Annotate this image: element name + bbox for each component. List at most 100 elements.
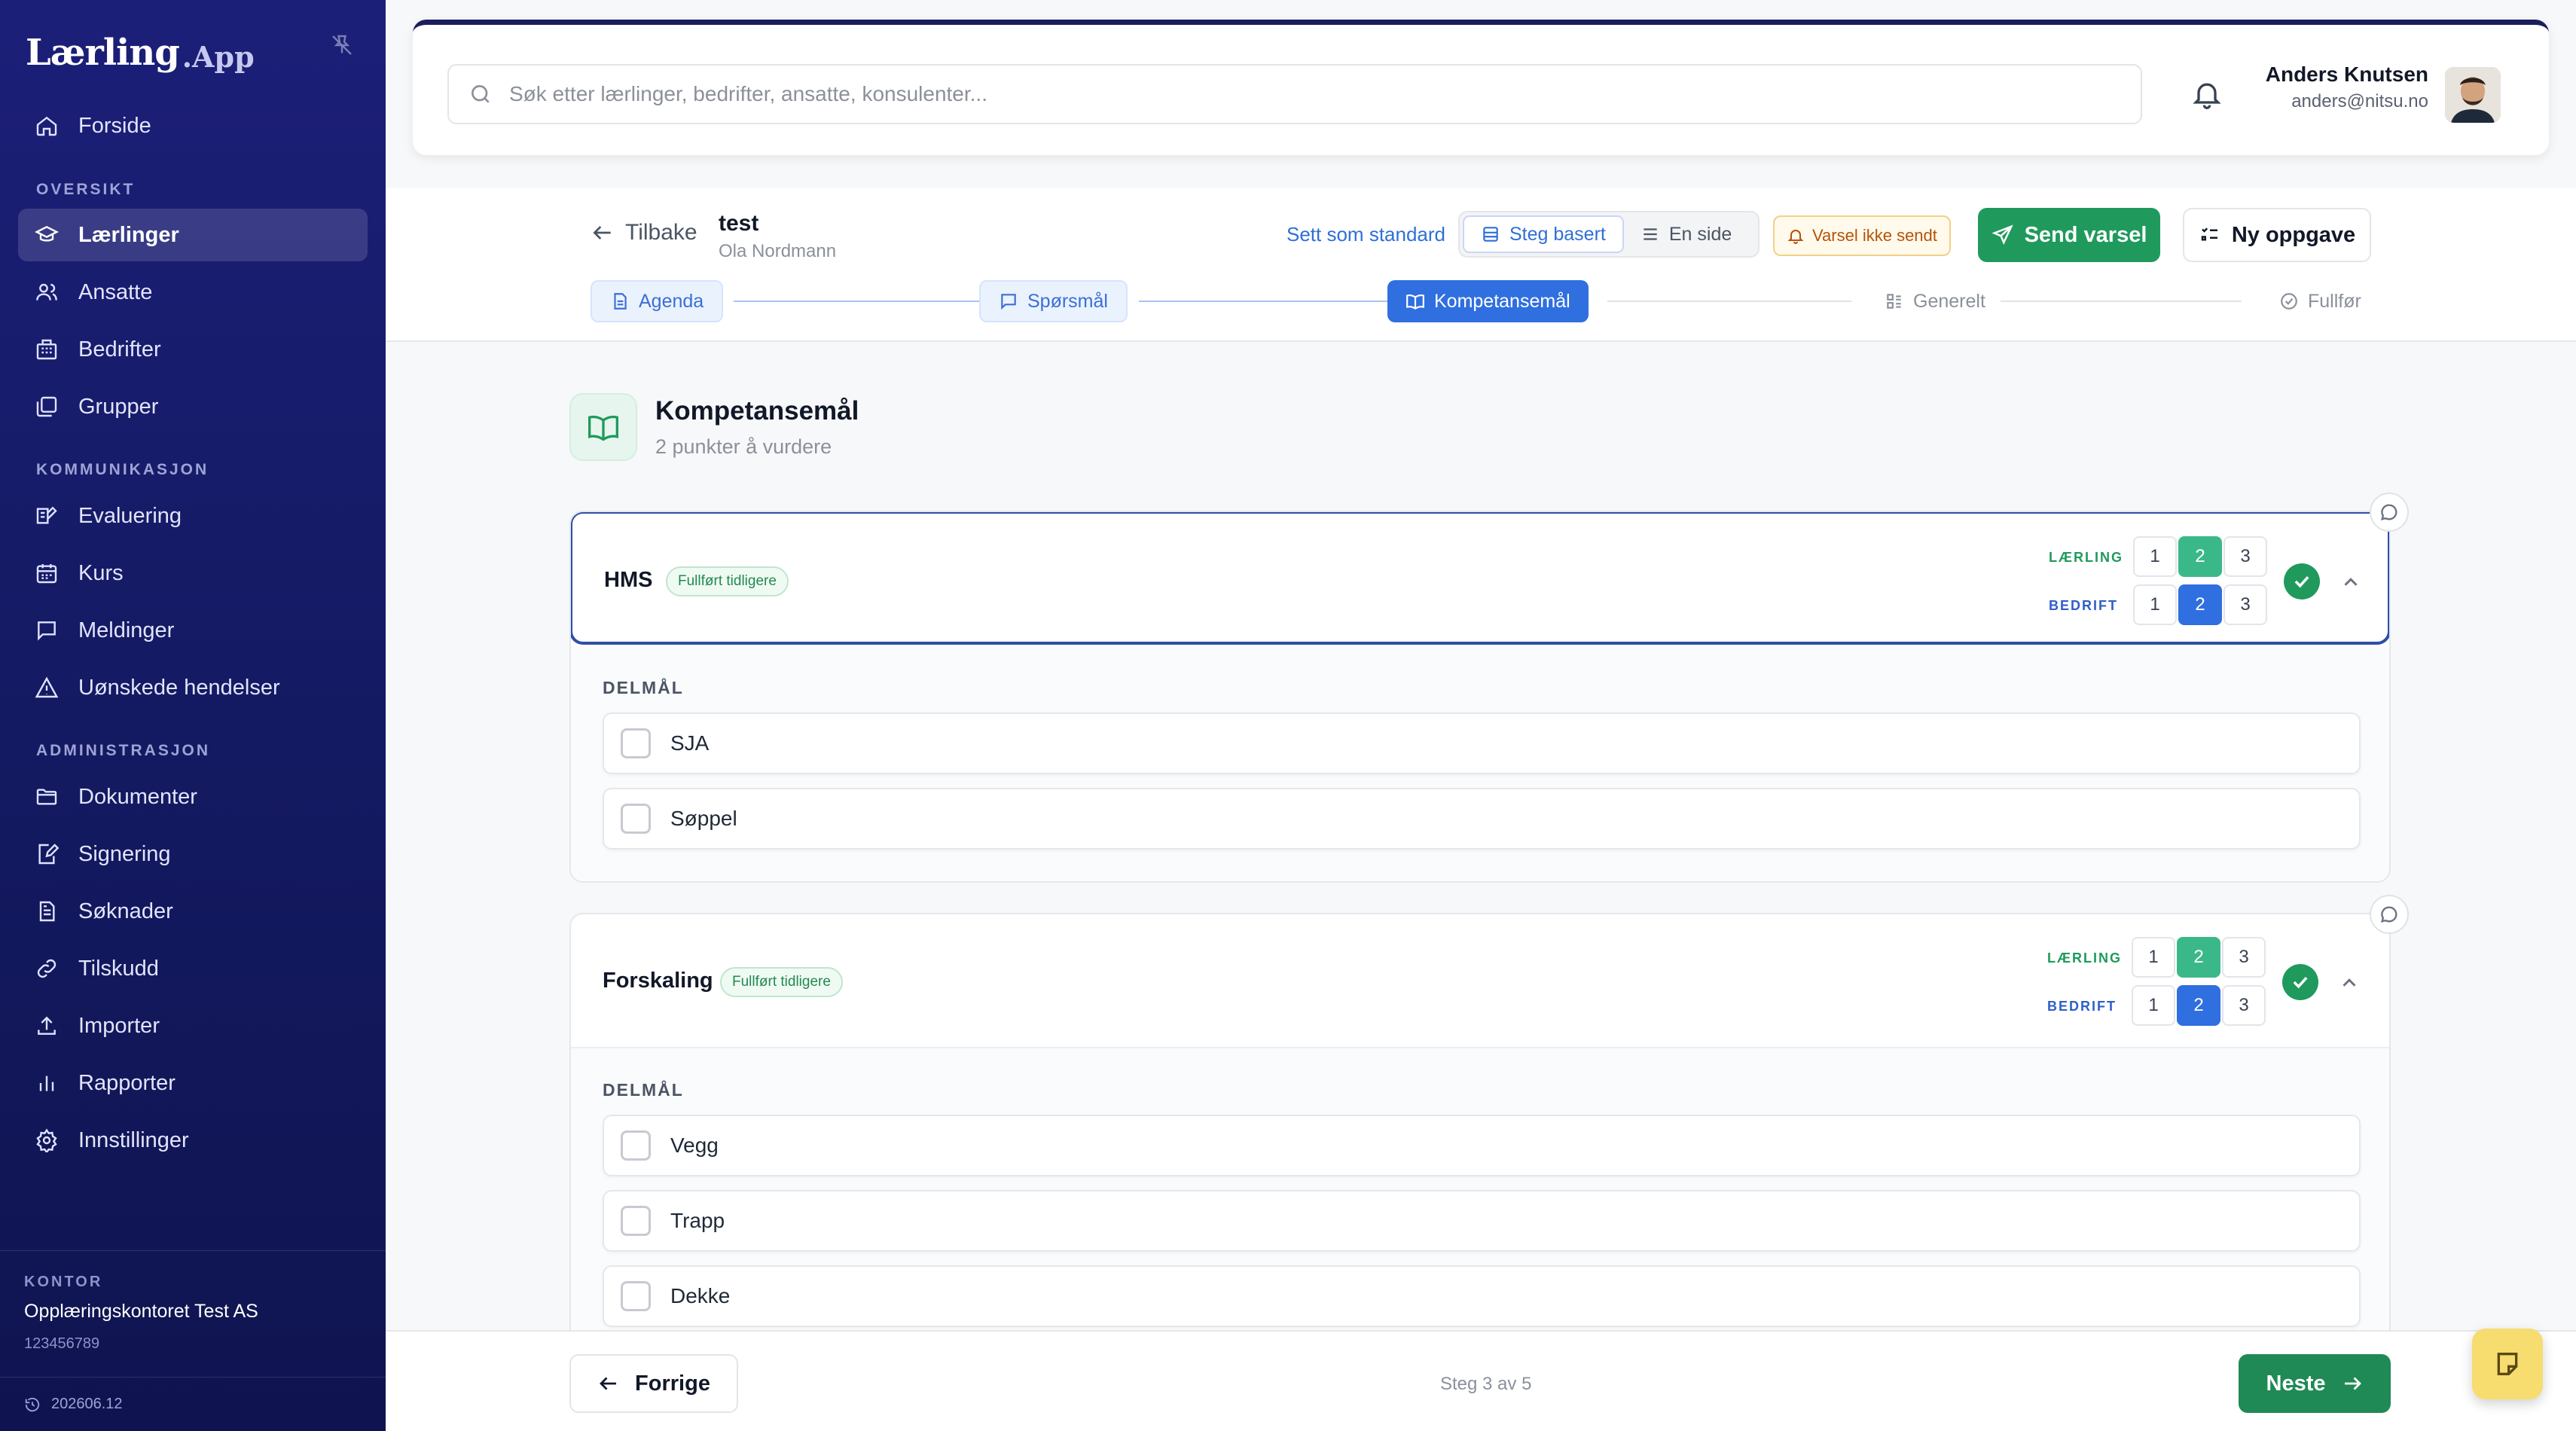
completed-badge: Fullført tidligere xyxy=(720,967,843,997)
set-default-link[interactable]: Sett som standard xyxy=(1286,223,1445,246)
subgoal-item[interactable]: Søppel xyxy=(603,788,2361,850)
comment-button[interactable] xyxy=(2370,895,2409,934)
apprentice-rating-1[interactable]: 1 xyxy=(2133,536,2177,577)
sidebar-item-forside[interactable]: Forside xyxy=(18,99,368,152)
step-sporsmal[interactable]: Spørsmål xyxy=(979,280,1128,322)
subgoal-checkbox[interactable] xyxy=(621,1206,651,1236)
sidebar-item-innstillinger[interactable]: Innstillinger xyxy=(18,1114,368,1167)
chat-icon xyxy=(1001,294,1016,310)
app-logo[interactable]: Lærling .App xyxy=(26,21,255,74)
step-label: Kompetansemål xyxy=(1434,290,1570,312)
company-rating-3[interactable]: 3 xyxy=(2223,584,2267,625)
sidebar-item-grupper[interactable]: Grupper xyxy=(18,380,368,433)
competency-header[interactable]: HMS Fullført tidligere LÆRLING BEDRIFT 1… xyxy=(571,512,2389,645)
sidebar-item-ansatte[interactable]: Ansatte xyxy=(18,266,368,319)
logo-suffix: .App xyxy=(182,40,255,74)
approved-check[interactable] xyxy=(2284,563,2320,600)
apprentice-rating-2[interactable]: 2 xyxy=(2178,536,2222,577)
arrow-right-icon xyxy=(2344,1377,2361,1390)
sidebar-item-label: Uønskede hendelser xyxy=(78,675,280,700)
section-title: Kompetansemål xyxy=(655,396,859,426)
bell-alert-icon xyxy=(1787,230,1804,244)
subgoal-item[interactable]: SJA xyxy=(603,712,2361,774)
sidebar-item-uonskede-hendelser[interactable]: Uønskede hendelser xyxy=(18,661,368,714)
sidebar-item-bedrifter[interactable]: Bedrifter xyxy=(18,323,368,376)
home-icon xyxy=(36,116,57,136)
apprentice-rating-1[interactable]: 1 xyxy=(2132,937,2175,978)
users-icon xyxy=(36,283,57,301)
subgoal-item[interactable]: Trapp xyxy=(603,1190,2361,1252)
subgoal-item[interactable]: Vegg xyxy=(603,1115,2361,1176)
step-fullfor[interactable]: Fullfør xyxy=(2261,280,2379,322)
subgoal-label: Dekke xyxy=(670,1284,731,1307)
back-button[interactable]: Tilbake xyxy=(591,220,697,246)
company-rating-2[interactable]: 2 xyxy=(2177,985,2220,1026)
sidebar-item-label: Lærlinger xyxy=(78,222,179,247)
company-rating-3[interactable]: 3 xyxy=(2222,985,2266,1026)
sidebar-item-tilskudd[interactable]: Tilskudd xyxy=(18,942,368,995)
step-counter: Steg 3 av 5 xyxy=(1440,1374,1532,1394)
completed-badge: Fullført tidligere xyxy=(666,566,789,597)
view-step-based-option[interactable]: Steg basert xyxy=(1463,215,1624,253)
sidebar-item-signering[interactable]: Signering xyxy=(18,828,368,880)
sidebar-item-label: Forside xyxy=(78,113,151,138)
company-rating-1[interactable]: 1 xyxy=(2132,985,2175,1026)
view-single-page-option[interactable]: En side xyxy=(1624,215,1748,253)
sidebar-section-title: OVERSIKT xyxy=(36,181,136,198)
subgoal-checkbox[interactable] xyxy=(621,1130,651,1161)
next-button[interactable]: Neste xyxy=(2239,1354,2391,1413)
arrow-left-icon xyxy=(600,1377,617,1390)
company-rating-2[interactable]: 2 xyxy=(2178,584,2222,625)
sidebar-item-label: Dokumenter xyxy=(78,784,197,809)
previous-button[interactable]: Forrige xyxy=(569,1354,738,1413)
apprentice-rating-3[interactable]: 3 xyxy=(2222,937,2266,978)
company-rating-1[interactable]: 1 xyxy=(2133,584,2177,625)
avatar[interactable] xyxy=(2445,67,2501,123)
send-alert-button[interactable]: Send varsel xyxy=(1978,208,2160,262)
comment-button[interactable] xyxy=(2370,493,2409,532)
step-label: Generelt xyxy=(1913,290,1985,312)
new-task-button[interactable]: Ny oppgave xyxy=(2183,208,2371,262)
step-generelt[interactable]: Generelt xyxy=(1866,280,2004,322)
chevron-up-icon[interactable] xyxy=(2339,571,2362,593)
subgoal-checkbox[interactable] xyxy=(621,728,651,758)
approved-check[interactable] xyxy=(2282,964,2318,1000)
version-text: 202606.12 xyxy=(51,1396,123,1412)
step-connector xyxy=(2001,301,2242,302)
book-icon xyxy=(588,415,618,441)
list-icon xyxy=(1644,228,1657,240)
view-mode-toggle: Steg basert En side xyxy=(1458,211,1760,258)
back-label: Tilbake xyxy=(625,220,697,245)
apprentice-rating-3[interactable]: 3 xyxy=(2223,536,2267,577)
logo-name: Lærling xyxy=(26,32,180,74)
user-name: Anders Knutsen xyxy=(2265,63,2428,86)
subgoal-checkbox[interactable] xyxy=(621,1281,651,1311)
bell-icon[interactable] xyxy=(2190,78,2223,111)
notes-button[interactable] xyxy=(2472,1329,2543,1399)
sidebar-item-soknader[interactable]: Søknader xyxy=(18,885,368,938)
search-input[interactable] xyxy=(509,82,2091,106)
subgoal-checkbox[interactable] xyxy=(621,804,651,834)
next-label: Neste xyxy=(2266,1371,2326,1396)
sidebar-item-evaluering[interactable]: Evaluering xyxy=(18,490,368,542)
sidebar-item-dokumenter[interactable]: Dokumenter xyxy=(18,770,368,823)
sidebar-item-rapporter[interactable]: Rapporter xyxy=(18,1057,368,1109)
top-bar: Anders Knutsen anders@nitsu.no xyxy=(413,20,2549,155)
subgoal-item[interactable]: Dekke xyxy=(603,1265,2361,1327)
sidebar-item-importer[interactable]: Importer xyxy=(18,999,368,1052)
sidebar-section-title: KOMMUNIKASJON xyxy=(36,461,209,478)
subgoal-label: Vegg xyxy=(670,1134,719,1157)
sidebar-item-kurs[interactable]: Kurs xyxy=(18,547,368,600)
chevron-up-icon[interactable] xyxy=(2338,972,2361,994)
step-kompetansemal[interactable]: Kompetansemål xyxy=(1387,280,1589,322)
user-info[interactable]: Anders Knutsen anders@nitsu.no xyxy=(2266,63,2428,112)
apprentice-rating-2[interactable]: 2 xyxy=(2177,937,2220,978)
step-agenda[interactable]: Agenda xyxy=(591,280,724,322)
sidebar-item-laerlinger[interactable]: Lærlinger xyxy=(18,209,368,261)
previous-label: Forrige xyxy=(635,1371,710,1396)
unpin-icon[interactable] xyxy=(328,32,356,59)
check-icon xyxy=(2293,976,2308,989)
competency-header[interactable]: Forskaling Fullført tidligere LÆRLING BE… xyxy=(571,914,2389,1048)
sidebar-item-meldinger[interactable]: Meldinger xyxy=(18,604,368,657)
file-text-icon xyxy=(39,901,55,922)
